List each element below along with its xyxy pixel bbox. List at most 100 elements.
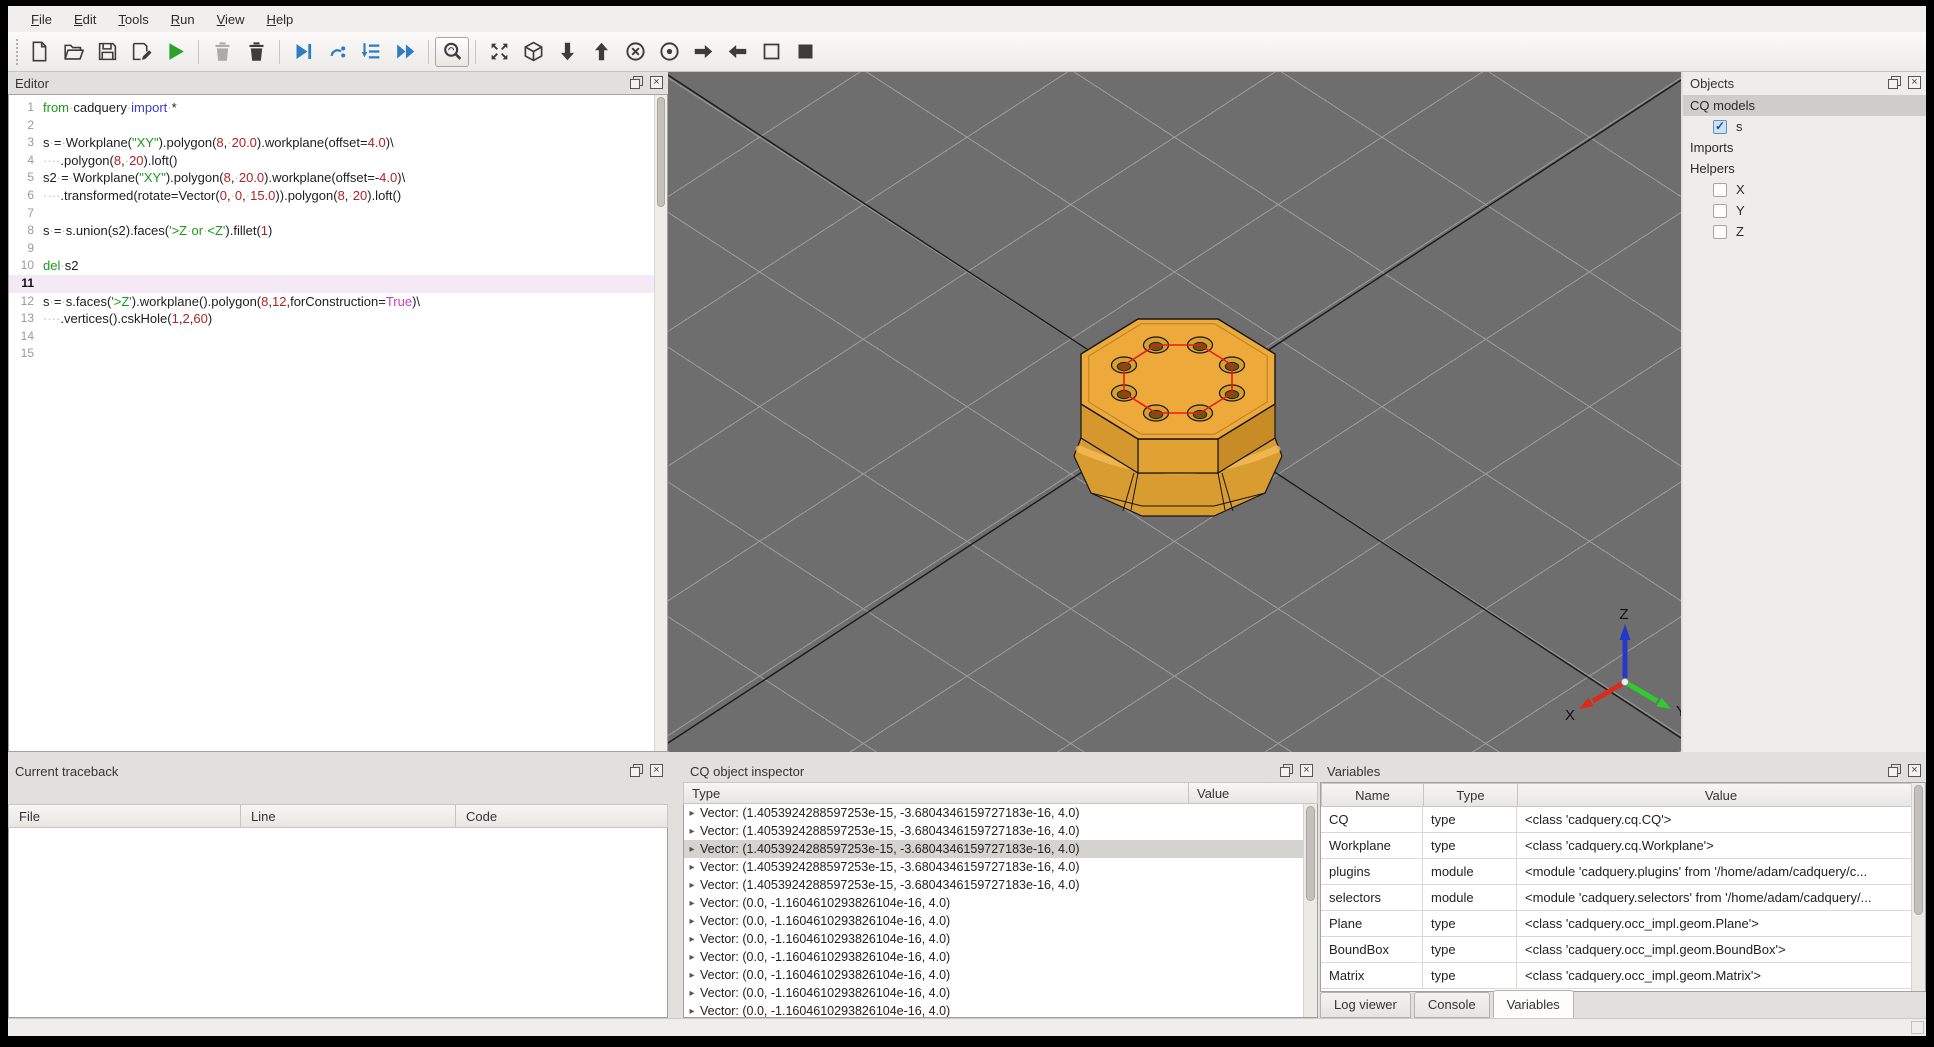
- save-button[interactable]: [90, 37, 124, 67]
- variable-row[interactable]: CQ type <class 'cadquery.cq.CQ'>: [1321, 807, 1911, 833]
- close-panel-icon[interactable]: ×: [650, 764, 663, 777]
- code-line[interactable]: 4 ····.polygon(8,·20).loft(): [9, 152, 654, 170]
- float-panel-icon[interactable]: [630, 76, 643, 89]
- code-line[interactable]: 12 s·=·s.faces('>Z').workplane().polygon…: [9, 293, 654, 311]
- column-header-file[interactable]: File: [9, 805, 241, 827]
- variable-row[interactable]: Matrix type <class 'cadquery.occ_impl.ge…: [1321, 963, 1911, 989]
- expand-arrow-icon[interactable]: ▸: [684, 826, 700, 837]
- code-line[interactable]: 6 ····.transformed(rotate=Vector(0,·0,·1…: [9, 187, 654, 205]
- left-view-button[interactable]: [720, 37, 754, 67]
- render-button[interactable]: [158, 37, 192, 67]
- expand-arrow-icon[interactable]: ▸: [684, 898, 700, 909]
- inspector-row[interactable]: ▸ Vector: (0.0, -1.1604610293826104e-16,…: [684, 894, 1303, 912]
- float-panel-icon[interactable]: [1280, 764, 1293, 777]
- code-line[interactable]: 7: [9, 205, 654, 223]
- inspector-scrollbar[interactable]: [1303, 804, 1317, 1017]
- inspector-row[interactable]: ▸ Vector: (0.0, -1.1604610293826104e-16,…: [684, 912, 1303, 930]
- code-line[interactable]: 1 from·cadquery·import·*: [9, 99, 654, 117]
- variable-row[interactable]: selectors module <module 'cadquery.selec…: [1321, 885, 1911, 911]
- column-header-name[interactable]: Name: [1322, 784, 1424, 806]
- new-file-button[interactable]: [22, 37, 56, 67]
- front-view-button[interactable]: [618, 37, 652, 67]
- variable-row[interactable]: plugins module <module 'cadquery.plugins…: [1321, 859, 1911, 885]
- float-panel-icon[interactable]: [1888, 764, 1901, 777]
- float-panel-icon[interactable]: [1888, 76, 1901, 89]
- visibility-checkbox[interactable]: [1713, 182, 1727, 197]
- inspector-row[interactable]: ▸ Vector: (0.0, -1.1604610293826104e-16,…: [684, 984, 1303, 1002]
- inspector-row[interactable]: ▸ Vector: (1.4053924288597253e-15, -3.68…: [684, 822, 1303, 840]
- column-header-value[interactable]: Value: [1518, 784, 1924, 806]
- bottom-view-button[interactable]: [584, 37, 618, 67]
- inspector-row[interactable]: ▸ Vector: (0.0, -1.1604610293826104e-16,…: [684, 948, 1303, 966]
- wireframe-button[interactable]: [754, 37, 788, 67]
- expand-arrow-icon[interactable]: ▸: [684, 1006, 700, 1017]
- resize-grip[interactable]: [1911, 1021, 1924, 1034]
- code-line[interactable]: 15: [9, 345, 654, 363]
- float-panel-icon[interactable]: [630, 764, 643, 777]
- menu-item[interactable]: Edit: [63, 8, 107, 31]
- code-line[interactable]: 3 s·=·Workplane("XY").polygon(8,·20.0).w…: [9, 134, 654, 152]
- open-file-button[interactable]: [56, 37, 90, 67]
- object-tree-row[interactable]: Helpers: [1683, 158, 1926, 179]
- code-line[interactable]: 11: [9, 274, 654, 293]
- step-button[interactable]: [320, 37, 354, 67]
- variable-row[interactable]: Plane type <class 'cadquery.occ_impl.geo…: [1321, 911, 1911, 937]
- expand-arrow-icon[interactable]: ▸: [684, 808, 700, 819]
- inspector-row[interactable]: ▸ Vector: (1.4053924288597253e-15, -3.68…: [684, 876, 1303, 894]
- menu-item[interactable]: View: [206, 8, 256, 31]
- cad-model[interactable]: [1073, 318, 1283, 517]
- column-header-type[interactable]: Type: [1424, 784, 1518, 806]
- expand-arrow-icon[interactable]: ▸: [684, 916, 700, 927]
- code-line[interactable]: 13 ····.vertices().cskHole(1,2,60): [9, 310, 654, 328]
- visibility-checkbox[interactable]: [1713, 203, 1727, 218]
- variable-row[interactable]: BoundBox type <class 'cadquery.occ_impl.…: [1321, 937, 1911, 963]
- expand-arrow-icon[interactable]: ▸: [684, 970, 700, 981]
- column-header-code[interactable]: Code: [456, 805, 667, 827]
- top-view-button[interactable]: [550, 37, 584, 67]
- close-panel-icon[interactable]: ×: [1908, 76, 1921, 89]
- inspector-row[interactable]: ▸ Vector: (0.0, -1.1604610293826104e-16,…: [684, 930, 1303, 948]
- 3d-viewport[interactable]: Z X Y: [668, 72, 1681, 752]
- close-panel-icon[interactable]: ×: [1908, 764, 1921, 777]
- menu-item[interactable]: Help: [256, 8, 305, 31]
- inspect-button[interactable]: [435, 36, 469, 67]
- close-panel-icon[interactable]: ×: [1300, 764, 1313, 777]
- debug-button[interactable]: [286, 37, 320, 67]
- shaded-button[interactable]: [788, 37, 822, 67]
- right-view-button[interactable]: [686, 37, 720, 67]
- panel-tab[interactable]: Log viewer: [1320, 992, 1411, 1018]
- panel-tab[interactable]: Console: [1413, 992, 1490, 1018]
- expand-arrow-icon[interactable]: ▸: [684, 952, 700, 963]
- object-tree-row[interactable]: Y: [1683, 200, 1926, 221]
- code-line[interactable]: 2: [9, 117, 654, 135]
- inspector-row[interactable]: ▸ Vector: (1.4053924288597253e-15, -3.68…: [684, 840, 1303, 858]
- variables-scrollbar[interactable]: [1911, 783, 1925, 991]
- menu-item[interactable]: File: [20, 8, 63, 31]
- column-header-line[interactable]: Line: [241, 805, 456, 827]
- inspector-row[interactable]: ▸ Vector: (1.4053924288597253e-15, -3.68…: [684, 804, 1303, 822]
- object-tree-row[interactable]: CQ models: [1683, 95, 1926, 116]
- code-line[interactable]: 10 del·s2: [9, 257, 654, 275]
- panel-tab[interactable]: Variables: [1492, 990, 1574, 1018]
- step-into-button[interactable]: [354, 37, 388, 67]
- close-panel-icon[interactable]: ×: [650, 76, 663, 89]
- expand-arrow-icon[interactable]: ▸: [684, 988, 700, 999]
- expand-arrow-icon[interactable]: ▸: [684, 844, 700, 855]
- continue-button[interactable]: [388, 37, 422, 67]
- object-tree-row[interactable]: Imports: [1683, 137, 1926, 158]
- expand-arrow-icon[interactable]: ▸: [684, 880, 700, 891]
- menu-item[interactable]: Tools: [107, 8, 159, 31]
- menu-item[interactable]: Run: [160, 8, 206, 31]
- column-header-type[interactable]: Type: [684, 783, 1189, 803]
- code-line[interactable]: 5 s2·=·Workplane("XY").polygon(8,·20.0).…: [9, 169, 654, 187]
- delete-button[interactable]: [239, 37, 273, 67]
- expand-arrow-icon[interactable]: ▸: [684, 934, 700, 945]
- clear-disabled-button[interactable]: [205, 37, 239, 67]
- object-tree-row[interactable]: X: [1683, 179, 1926, 200]
- code-line[interactable]: 9: [9, 240, 654, 258]
- visibility-checkbox[interactable]: [1713, 119, 1727, 134]
- code-editor[interactable]: 1 from·cadquery·import·* 2 3 s·=·Workpla…: [8, 94, 668, 752]
- save-as-button[interactable]: [124, 37, 158, 67]
- inspector-row[interactable]: ▸ Vector: (1.4053924288597253e-15, -3.68…: [684, 858, 1303, 876]
- inspector-row[interactable]: ▸ Vector: (0.0, -1.1604610293826104e-16,…: [684, 1002, 1303, 1017]
